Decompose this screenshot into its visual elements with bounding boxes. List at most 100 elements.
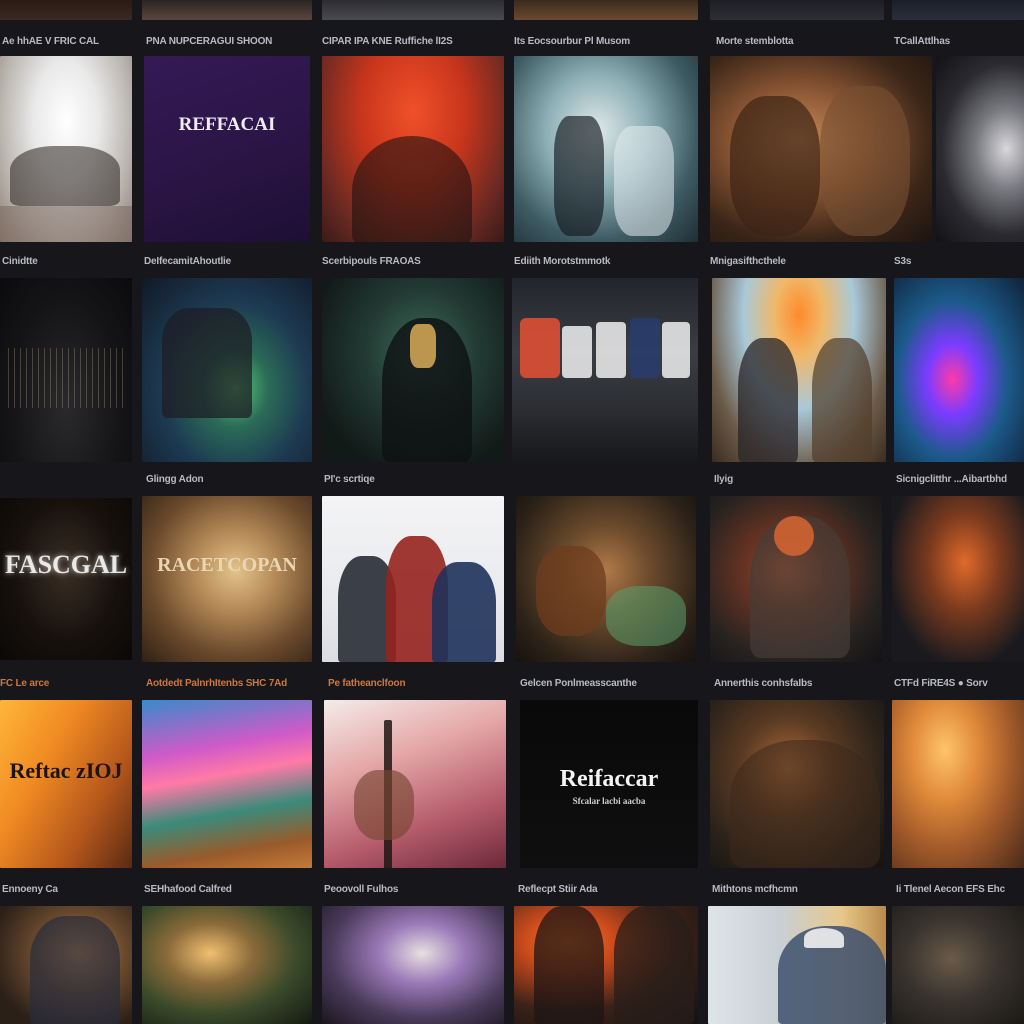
- thumbnail-caption[interactable]: Ilyig: [714, 472, 888, 488]
- thumbnail-figure: [804, 928, 844, 948]
- thumbnail-figure: [730, 740, 880, 868]
- thumbnail-overlay-text: FASCGAL: [4, 550, 128, 579]
- gallery-thumbnail-r2c1[interactable]: [142, 278, 312, 462]
- thumbnail-figure: [738, 338, 798, 462]
- thumbnail-figure: [596, 322, 626, 378]
- image-gallery-grid: REFFACAI FASCGAL RACETCOPAN Reftac zIOJ Reif…: [0, 0, 1024, 1024]
- gallery-thumbnail-r4c4[interactable]: [710, 700, 884, 868]
- thumbnail-figure: [382, 318, 472, 462]
- gallery-thumbnail-r1c4[interactable]: [710, 56, 932, 242]
- thumbnail-figure: [520, 318, 560, 378]
- gallery-thumbnail-r1c0[interactable]: [0, 56, 132, 242]
- thumbnail-overlay-text: Reifaccar: [559, 766, 659, 792]
- gallery-thumbnail-r5c0[interactable]: [0, 906, 132, 1024]
- thumbnail-figure: [614, 906, 694, 1024]
- gallery-thumbnail-r2c4[interactable]: [712, 278, 886, 462]
- thumbnail-caption[interactable]: Sicnigclitthr ...Aibartbhd: [896, 472, 1016, 488]
- gallery-thumbnail-r4c2[interactable]: [324, 700, 506, 868]
- gallery-thumbnail-r2c5[interactable]: [894, 278, 1024, 462]
- thumbnail-figure: [384, 720, 392, 868]
- thumbnail-figure: [534, 906, 604, 1024]
- thumbnail-caption[interactable]: Its Eocsourbur Pl Musom: [514, 34, 708, 50]
- thumbnail-figure: [730, 96, 820, 236]
- thumbnail-figure: [820, 86, 910, 236]
- gallery-thumbnail-r5c5[interactable]: [892, 906, 1024, 1024]
- thumbnail-caption[interactable]: Annerthis conhsfaIbs: [714, 676, 886, 692]
- gallery-thumbnail-r2c0[interactable]: [0, 278, 132, 462]
- thumbnail-figure: [410, 324, 436, 368]
- thumbnail-figure: [354, 770, 414, 840]
- thumbnail-figure: [562, 326, 592, 378]
- thumbnail-caption[interactable]: Reflecpt Stiir Ada: [518, 882, 704, 898]
- thumbnail-figure: [662, 322, 690, 378]
- thumbnail-figure: [338, 556, 396, 662]
- gallery-thumbnail-r0c2[interactable]: [322, 0, 504, 20]
- gallery-thumbnail-r1c5[interactable]: [936, 56, 1024, 242]
- gallery-thumbnail-r4c5[interactable]: [892, 700, 1024, 868]
- thumbnail-caption[interactable]: TCallAttlhas: [894, 34, 1016, 50]
- gallery-thumbnail-r5c4[interactable]: [708, 906, 886, 1024]
- thumbnail-caption[interactable]: Ennoeny Ca: [2, 882, 136, 898]
- thumbnail-caption[interactable]: Glingg Adon: [146, 472, 316, 488]
- thumbnail-overlay-text: Sfcalar lacbi aacba: [572, 796, 646, 806]
- gallery-thumbnail-r3c0[interactable]: FASCGAL: [0, 498, 132, 660]
- gallery-thumbnail-r2c3[interactable]: [512, 278, 698, 462]
- thumbnail-caption[interactable]: PI'c scrtiqe: [324, 472, 706, 488]
- thumbnail-caption[interactable]: CIPAR IPA KNE Ruffiche lI2S: [322, 34, 506, 50]
- thumbnail-caption[interactable]: Scerbipouls FRAOAS: [322, 254, 506, 270]
- gallery-thumbnail-r3c3[interactable]: [516, 496, 696, 662]
- gallery-thumbnail-r3c2[interactable]: [322, 496, 504, 662]
- gallery-thumbnail-r1c1[interactable]: REFFACAI: [144, 56, 310, 242]
- thumbnail-caption[interactable]: Aotdedt PalnrhItenbs SHC 7Ad: [146, 676, 320, 692]
- thumbnail-figure: [554, 116, 604, 236]
- gallery-thumbnail-r2c2[interactable]: [322, 278, 504, 462]
- thumbnail-figure: [8, 348, 124, 408]
- thumbnail-caption[interactable]: Ediith Morotstmmotk: [514, 254, 702, 270]
- thumbnail-overlay-text: Reftac zIOJ: [9, 758, 123, 783]
- thumbnail-figure: [432, 562, 496, 662]
- thumbnail-figure: [630, 318, 660, 378]
- thumbnail-caption[interactable]: Mithtons mcfhcmn: [712, 882, 888, 898]
- gallery-thumbnail-r4c0[interactable]: Reftac zIOJ: [0, 700, 132, 868]
- gallery-thumbnail-r3c4[interactable]: [710, 496, 882, 662]
- thumbnail-figure: [778, 926, 886, 1024]
- thumbnail-caption[interactable]: DeIfecamitAhoutlie: [144, 254, 314, 270]
- thumbnail-figure: [30, 916, 120, 1024]
- gallery-thumbnail-r0c4[interactable]: [710, 0, 884, 20]
- thumbnail-caption[interactable]: S3s: [894, 254, 1016, 270]
- gallery-thumbnail-r1c3[interactable]: [514, 56, 698, 242]
- thumbnail-figure: [10, 146, 120, 206]
- thumbnail-caption[interactable]: FC Le arce: [0, 676, 138, 692]
- thumbnail-figure: [606, 586, 686, 646]
- gallery-thumbnail-r5c3[interactable]: [514, 906, 698, 1024]
- gallery-thumbnail-r5c1[interactable]: [142, 906, 312, 1024]
- gallery-thumbnail-r0c1[interactable]: [142, 0, 312, 20]
- thumbnail-caption[interactable]: Gelcen Ponlmeasscanthe: [520, 676, 706, 692]
- thumbnail-caption[interactable]: Ii Tlenel Aecon EFS Ehc: [896, 882, 1016, 898]
- gallery-thumbnail-r5c2[interactable]: [322, 906, 504, 1024]
- gallery-thumbnail-r1c2[interactable]: [322, 56, 504, 242]
- thumbnail-figure: [812, 338, 872, 462]
- thumbnail-caption[interactable]: Peoovoll Fulhos: [324, 882, 510, 898]
- thumbnail-figure: [162, 308, 252, 418]
- gallery-thumbnail-r3c5[interactable]: [892, 496, 1024, 662]
- gallery-thumbnail-r4c3[interactable]: Reifaccar Sfcalar lacbi aacba: [520, 700, 698, 868]
- thumbnail-caption[interactable]: Mnigasifthcthele: [710, 254, 886, 270]
- thumbnail-caption[interactable]: Cinidtte: [2, 254, 136, 270]
- thumbnail-caption[interactable]: CTFd FiRE4S ● Sorv: [894, 676, 1016, 692]
- gallery-thumbnail-r0c0[interactable]: [0, 0, 132, 20]
- thumbnail-caption[interactable]: Pe fatheanclfoon: [328, 676, 512, 692]
- gallery-thumbnail-r0c5[interactable]: [892, 0, 1024, 20]
- thumbnail-overlay-text: REFFACAI: [178, 114, 276, 135]
- thumbnail-figure: [0, 206, 132, 242]
- gallery-thumbnail-r4c1[interactable]: [142, 700, 312, 868]
- thumbnail-caption[interactable]: PNA NUPCERAGUI SHOON: [146, 34, 314, 50]
- thumbnail-caption[interactable]: Morte stemblotta: [716, 34, 886, 50]
- thumbnail-figure: [774, 516, 814, 556]
- gallery-thumbnail-r0c3[interactable]: [514, 0, 698, 20]
- thumbnail-caption[interactable]: SEHhafood Calfred: [144, 882, 316, 898]
- gallery-thumbnail-r3c1[interactable]: RACETCOPAN: [142, 496, 312, 662]
- thumbnail-caption[interactable]: Ae hhAE V FRIC CAL: [2, 34, 138, 50]
- thumbnail-figure: [750, 516, 850, 658]
- thumbnail-overlay-text: RACETCOPAN: [157, 554, 297, 576]
